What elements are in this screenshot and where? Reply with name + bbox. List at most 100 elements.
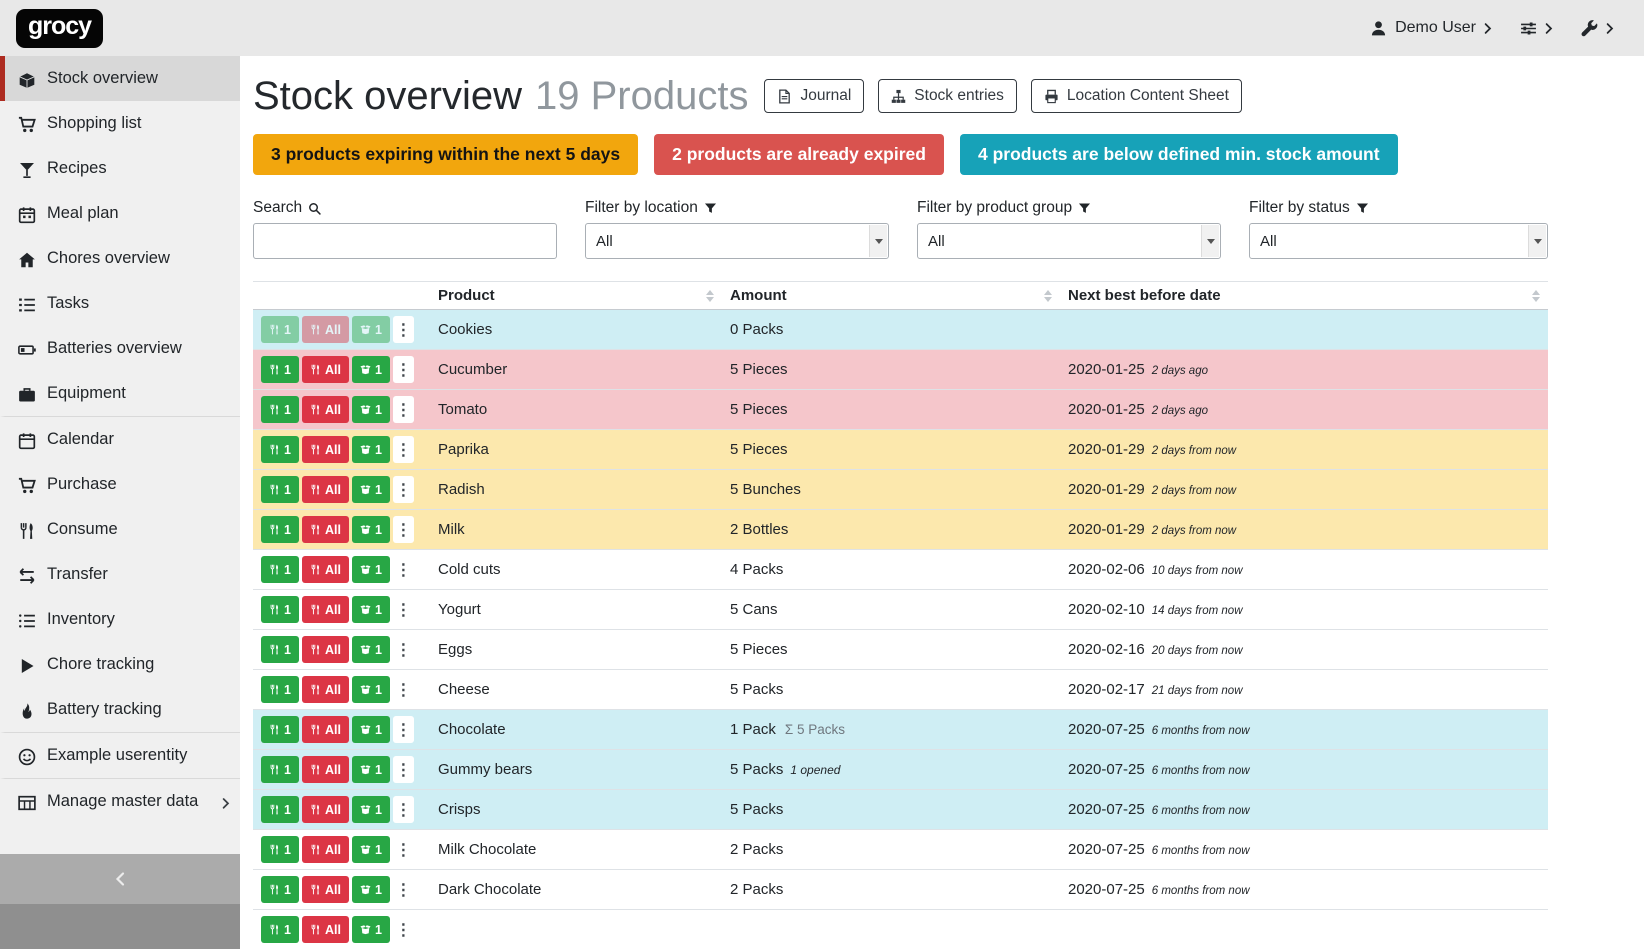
consume-all-button[interactable]: All (302, 436, 349, 463)
consume-all-button[interactable]: All (302, 516, 349, 543)
sidebar-item-purchase[interactable]: Purchase (0, 462, 240, 507)
row-menu-button[interactable]: ⋮ (393, 516, 414, 543)
open-one-button[interactable]: 1 (352, 556, 390, 583)
consume-one-button[interactable]: 1 (261, 676, 299, 703)
location-content-sheet-button[interactable]: Location Content Sheet (1031, 79, 1242, 113)
open-one-button[interactable]: 1 (352, 836, 390, 863)
sidebar-item-battery-tracking[interactable]: Battery tracking (0, 687, 240, 732)
consume-all-button[interactable]: All (302, 356, 349, 383)
settings-menu[interactable] (1520, 20, 1553, 37)
row-menu-button[interactable]: ⋮ (393, 916, 414, 943)
row-menu-button[interactable]: ⋮ (393, 556, 414, 583)
open-one-button[interactable]: 1 (352, 516, 390, 543)
row-menu-button[interactable]: ⋮ (393, 676, 414, 703)
column-product[interactable]: Product (430, 282, 722, 310)
consume-one-button[interactable]: 1 (261, 636, 299, 663)
sidebar-item-batteries-overview[interactable]: Batteries overview (0, 326, 240, 371)
consume-all-button[interactable]: All (302, 476, 349, 503)
sidebar-item-stock-overview[interactable]: Stock overview (0, 56, 240, 101)
sidebar-item-manage-master-data[interactable]: Manage master data (0, 778, 240, 824)
consume-all-button[interactable]: All (302, 596, 349, 623)
consume-one-button[interactable]: 1 (261, 756, 299, 783)
header-buttons: Journal Stock entries Location Content S… (764, 79, 1241, 113)
row-menu-button[interactable]: ⋮ (393, 836, 414, 863)
row-menu-button[interactable]: ⋮ (393, 876, 414, 903)
banner-below-min-stock[interactable]: 4 products are below defined min. stock … (960, 134, 1398, 175)
open-one-button[interactable]: 1 (352, 796, 390, 823)
consume-one-button[interactable]: 1 (261, 436, 299, 463)
column-amount[interactable]: Amount (722, 282, 1060, 310)
sidebar-item-chores-overview[interactable]: Chores overview (0, 236, 240, 281)
consume-all-button[interactable]: All (302, 636, 349, 663)
grocy-logo[interactable]: grocy (16, 9, 103, 48)
sidebar-collapse-button[interactable] (0, 854, 240, 904)
sidebar-item-meal-plan[interactable]: Meal plan (0, 191, 240, 236)
open-one-button[interactable]: 1 (352, 756, 390, 783)
open-one-button[interactable]: 1 (352, 596, 390, 623)
row-menu-button[interactable]: ⋮ (393, 716, 414, 743)
consume-one-button[interactable]: 1 (261, 556, 299, 583)
consume-all-button[interactable]: All (302, 556, 349, 583)
consume-one-button[interactable]: 1 (261, 796, 299, 823)
consume-one-button[interactable]: 1 (261, 836, 299, 863)
row-menu-button[interactable]: ⋮ (393, 636, 414, 663)
consume-all-button[interactable]: All (302, 316, 349, 343)
journal-button[interactable]: Journal (764, 79, 864, 113)
row-menu-button[interactable]: ⋮ (393, 756, 414, 783)
open-one-button[interactable]: 1 (352, 876, 390, 903)
row-menu-button[interactable]: ⋮ (393, 796, 414, 823)
consume-one-button[interactable]: 1 (261, 716, 299, 743)
sidebar-item-shopping-list[interactable]: Shopping list (0, 101, 240, 146)
open-one-button[interactable]: 1 (352, 436, 390, 463)
consume-all-button[interactable]: All (302, 876, 349, 903)
row-menu-button[interactable]: ⋮ (393, 356, 414, 383)
consume-all-button[interactable]: All (302, 796, 349, 823)
sidebar-item-tasks[interactable]: Tasks (0, 281, 240, 326)
sidebar-item-chore-tracking[interactable]: Chore tracking (0, 642, 240, 687)
consume-one-button[interactable]: 1 (261, 876, 299, 903)
consume-one-button[interactable]: 1 (261, 316, 299, 343)
consume-all-button[interactable]: All (302, 756, 349, 783)
banner-expiring[interactable]: 3 products expiring within the next 5 da… (253, 134, 638, 175)
consume-all-button[interactable]: All (302, 836, 349, 863)
consume-all-button[interactable]: All (302, 396, 349, 423)
consume-one-button[interactable]: 1 (261, 516, 299, 543)
row-menu-button[interactable]: ⋮ (393, 596, 414, 623)
open-one-button[interactable]: 1 (352, 716, 390, 743)
consume-one-button[interactable]: 1 (261, 916, 299, 943)
open-one-button[interactable]: 1 (352, 636, 390, 663)
status-select[interactable]: All (1249, 223, 1548, 259)
admin-menu[interactable] (1581, 20, 1614, 37)
consume-one-button[interactable]: 1 (261, 596, 299, 623)
location-select[interactable]: All (585, 223, 889, 259)
consume-one-button[interactable]: 1 (261, 396, 299, 423)
open-one-button[interactable]: 1 (352, 676, 390, 703)
consume-all-button[interactable]: All (302, 716, 349, 743)
consume-all-button[interactable]: All (302, 676, 349, 703)
sidebar-item-recipes[interactable]: Recipes (0, 146, 240, 191)
open-one-button[interactable]: 1 (352, 396, 390, 423)
sidebar-item-calendar[interactable]: Calendar (0, 416, 240, 462)
open-one-button[interactable]: 1 (352, 916, 390, 943)
consume-one-button[interactable]: 1 (261, 356, 299, 383)
row-menu-button[interactable]: ⋮ (393, 436, 414, 463)
row-menu-button[interactable]: ⋮ (393, 316, 414, 343)
consume-one-button[interactable]: 1 (261, 476, 299, 503)
sidebar-item-equipment[interactable]: Equipment (0, 371, 240, 416)
consume-all-button[interactable]: All (302, 916, 349, 943)
user-menu[interactable]: Demo User (1370, 19, 1492, 37)
product-group-select[interactable]: All (917, 223, 1221, 259)
open-one-button[interactable]: 1 (352, 316, 390, 343)
column-next-best-before-date[interactable]: Next best before date (1060, 282, 1548, 310)
open-one-button[interactable]: 1 (352, 476, 390, 503)
sidebar-item-transfer[interactable]: Transfer (0, 552, 240, 597)
sidebar-item-inventory[interactable]: Inventory (0, 597, 240, 642)
search-input[interactable] (253, 223, 557, 259)
open-one-button[interactable]: 1 (352, 356, 390, 383)
sidebar-item-consume[interactable]: Consume (0, 507, 240, 552)
banner-expired[interactable]: 2 products are already expired (654, 134, 944, 175)
stock-entries-button[interactable]: Stock entries (878, 79, 1017, 113)
row-menu-button[interactable]: ⋮ (393, 476, 414, 503)
sidebar-item-example-userentity[interactable]: Example userentity (0, 732, 240, 778)
row-menu-button[interactable]: ⋮ (393, 396, 414, 423)
